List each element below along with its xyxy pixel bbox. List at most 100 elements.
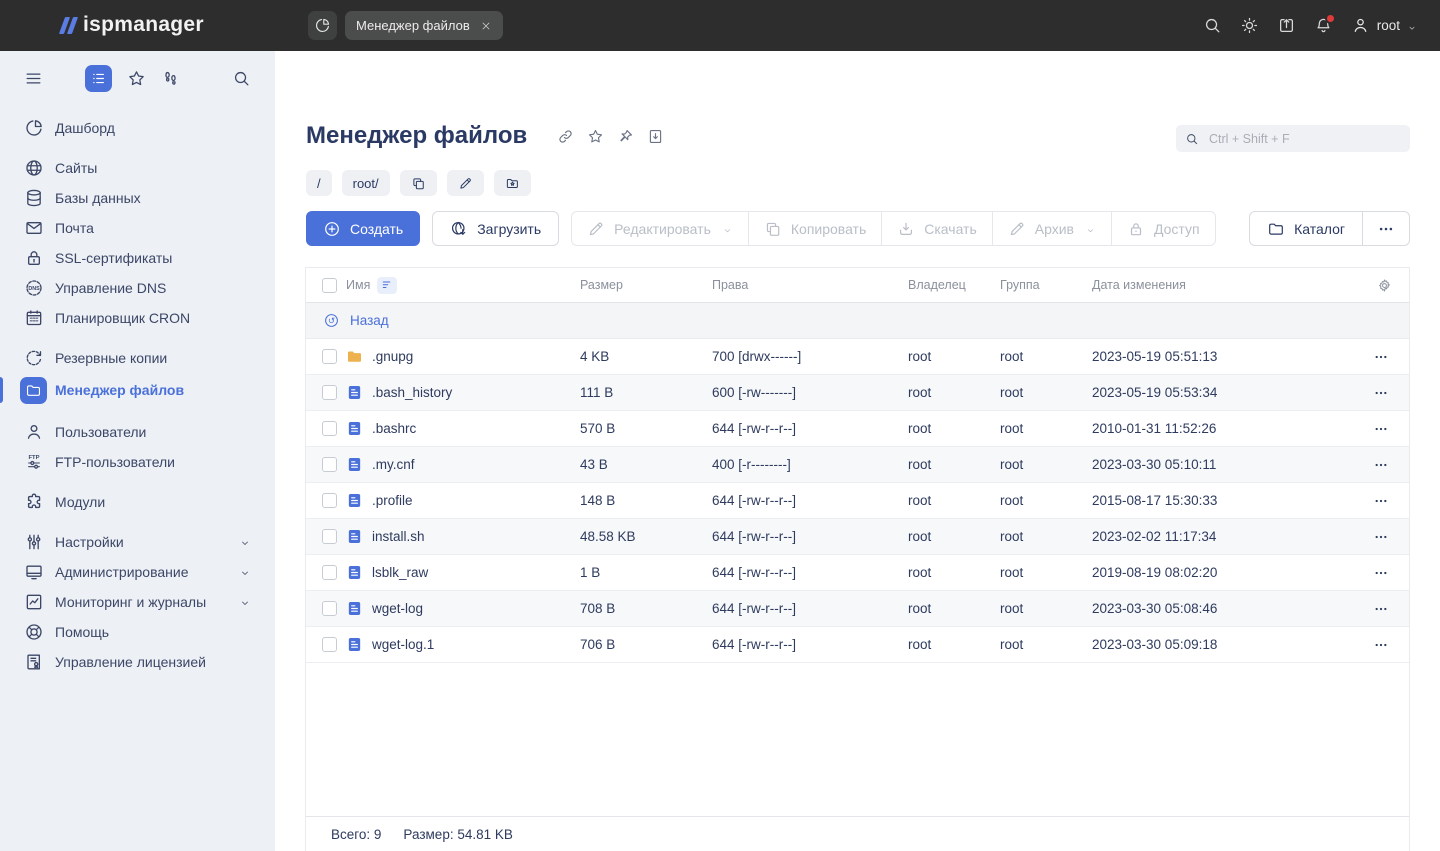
create-button-label: Создать	[350, 220, 404, 237]
create-button[interactable]: Создать	[306, 211, 421, 246]
row-checkbox[interactable]	[322, 637, 337, 652]
star-icon[interactable]	[587, 128, 604, 145]
file-icon	[346, 636, 363, 653]
header-name: Имя	[346, 278, 371, 292]
sidebar-item[interactable]: FTP FTP-пользователи	[0, 447, 275, 477]
sidebar-item[interactable]: Пользователи	[0, 417, 275, 447]
sidebar-item[interactable]: Управление лицензией	[0, 647, 275, 677]
row-menu-button[interactable]	[1371, 637, 1391, 653]
row-menu-button[interactable]	[1371, 349, 1391, 365]
sidebar-item-label: Планировщик CRON	[55, 310, 191, 326]
sidebar-item[interactable]: Резервные копии	[0, 343, 275, 373]
footsteps-icon[interactable]	[161, 69, 180, 88]
gear-icon[interactable]	[1377, 278, 1392, 293]
chevron-down-icon	[722, 223, 733, 234]
table-row[interactable]: lsblk_raw 1 B 644 [-rw-r--r--] root root…	[306, 555, 1409, 591]
chevron-down-icon	[1085, 223, 1096, 234]
sun-button[interactable]	[1240, 16, 1259, 35]
export-button[interactable]	[1277, 16, 1296, 35]
breadcrumb-action-pencil[interactable]	[446, 170, 484, 196]
table-row[interactable]: wget-log 708 B 644 [-rw-r--r--] root roo…	[306, 591, 1409, 627]
toolbar-button-disabled[interactable]: Копировать	[747, 212, 881, 245]
monitor-icon	[24, 562, 44, 582]
back-row[interactable]: ↺ Назад	[306, 303, 1409, 339]
sort-button[interactable]	[377, 276, 398, 294]
table-row[interactable]: install.sh 48.58 KB 644 [-rw-r--r--] roo…	[306, 519, 1409, 555]
upload-button[interactable]: Загрузить	[432, 211, 560, 246]
sidebar-item[interactable]: Администрирование	[0, 557, 275, 587]
more-actions-button[interactable]	[1362, 212, 1409, 245]
favorites-icon[interactable]	[127, 69, 146, 88]
breadcrumb-action-copy[interactable]	[399, 170, 437, 196]
row-checkbox[interactable]	[322, 421, 337, 436]
row-menu-button[interactable]	[1371, 601, 1391, 617]
row-menu-button[interactable]	[1371, 421, 1391, 437]
open-tab-file-manager[interactable]: Менеджер файлов	[345, 11, 503, 40]
file-owner: root	[908, 565, 932, 580]
sidebar-item[interactable]: SSL-сертификаты	[0, 243, 275, 273]
row-checkbox[interactable]	[322, 565, 337, 580]
breadcrumb-action-folder-star[interactable]	[493, 170, 531, 196]
toolbar-button-disabled[interactable]: Доступ	[1111, 212, 1215, 245]
search-button[interactable]	[1203, 16, 1222, 35]
sidebar-item[interactable]: Почта	[0, 213, 275, 243]
search-input[interactable]	[1207, 130, 1401, 147]
sidebar-search-icon[interactable]	[232, 69, 251, 88]
table-row[interactable]: .bashrc 570 B 644 [-rw-r--r--] root root…	[306, 411, 1409, 447]
catalog-button[interactable]: Каталог	[1250, 212, 1362, 245]
sidebar-item[interactable]: Планировщик CRON	[0, 303, 275, 333]
archive-icon	[1008, 220, 1026, 238]
breadcrumb-root[interactable]: /	[306, 170, 332, 196]
sidebar-item[interactable]: Мониторинг и журналы	[0, 587, 275, 617]
row-checkbox[interactable]	[322, 457, 337, 472]
sidebar-item[interactable]: Помощь	[0, 617, 275, 647]
sidebar-top	[0, 51, 275, 105]
row-checkbox[interactable]	[322, 349, 337, 364]
sidebar-item-label: Дашборд	[55, 120, 115, 136]
copy-icon	[411, 176, 426, 191]
table-row[interactable]: .my.cnf 43 B 400 [-r--------] root root …	[306, 447, 1409, 483]
sidebar-item[interactable]: Базы данных	[0, 183, 275, 213]
dns-icon: DNS	[24, 278, 44, 298]
breadcrumb-path[interactable]: root/	[341, 170, 390, 196]
row-menu-button[interactable]	[1371, 565, 1391, 581]
sidebar-item[interactable]: Модули	[0, 487, 275, 517]
row-menu-button[interactable]	[1371, 457, 1391, 473]
row-menu-button[interactable]	[1371, 385, 1391, 401]
user-menu[interactable]: root	[1351, 16, 1417, 35]
hamburger-icon[interactable]	[24, 69, 43, 88]
doc-download-icon[interactable]	[647, 128, 664, 145]
sidebar-item-label: Настройки	[55, 534, 124, 550]
close-icon[interactable]	[480, 20, 492, 32]
link-icon[interactable]	[557, 128, 574, 145]
table-row[interactable]: .bash_history 111 B 600 [-rw-------] roo…	[306, 375, 1409, 411]
chevron-down-icon	[239, 596, 251, 608]
sidebar-item[interactable]: Дашборд	[0, 113, 275, 143]
sidebar-item-label: Резервные копии	[55, 350, 168, 366]
table-row[interactable]: .gnupg 4 KB 700 [drwx------] root root 2…	[306, 339, 1409, 375]
sidebar-item[interactable]: Настройки	[0, 527, 275, 557]
sidebar-item[interactable]: Сайты	[0, 153, 275, 183]
sidebar-item[interactable]: Менеджер файлов	[0, 373, 275, 407]
table-row[interactable]: wget-log.1 706 B 644 [-rw-r--r--] root r…	[306, 627, 1409, 663]
toolbar-button-disabled[interactable]: Скачать	[881, 212, 992, 245]
file-size: 48.58 KB	[580, 529, 636, 544]
toolbar-button-disabled[interactable]: Архив	[991, 212, 1111, 245]
row-menu-button[interactable]	[1371, 529, 1391, 545]
select-all-checkbox[interactable]	[322, 277, 337, 293]
row-menu-button[interactable]	[1371, 493, 1391, 509]
dashboard-tab-button[interactable]	[308, 11, 337, 40]
bell-button[interactable]	[1314, 13, 1336, 35]
list-view-button[interactable]	[85, 64, 112, 92]
toolbar-button-disabled[interactable]: Редактировать	[572, 212, 748, 245]
sidebar-item-label: Менеджер файлов	[55, 382, 185, 398]
table-row[interactable]: .profile 148 B 644 [-rw-r--r--] root roo…	[306, 483, 1409, 519]
pin-icon[interactable]	[617, 128, 634, 145]
row-checkbox[interactable]	[322, 493, 337, 508]
row-checkbox[interactable]	[322, 601, 337, 616]
row-checkbox[interactable]	[322, 529, 337, 544]
toolbar-button-label: Архив	[1034, 220, 1074, 237]
row-checkbox[interactable]	[322, 385, 337, 400]
sidebar-item[interactable]: DNS Управление DNS	[0, 273, 275, 303]
file-date: 2023-02-02 11:17:34	[1092, 529, 1217, 544]
